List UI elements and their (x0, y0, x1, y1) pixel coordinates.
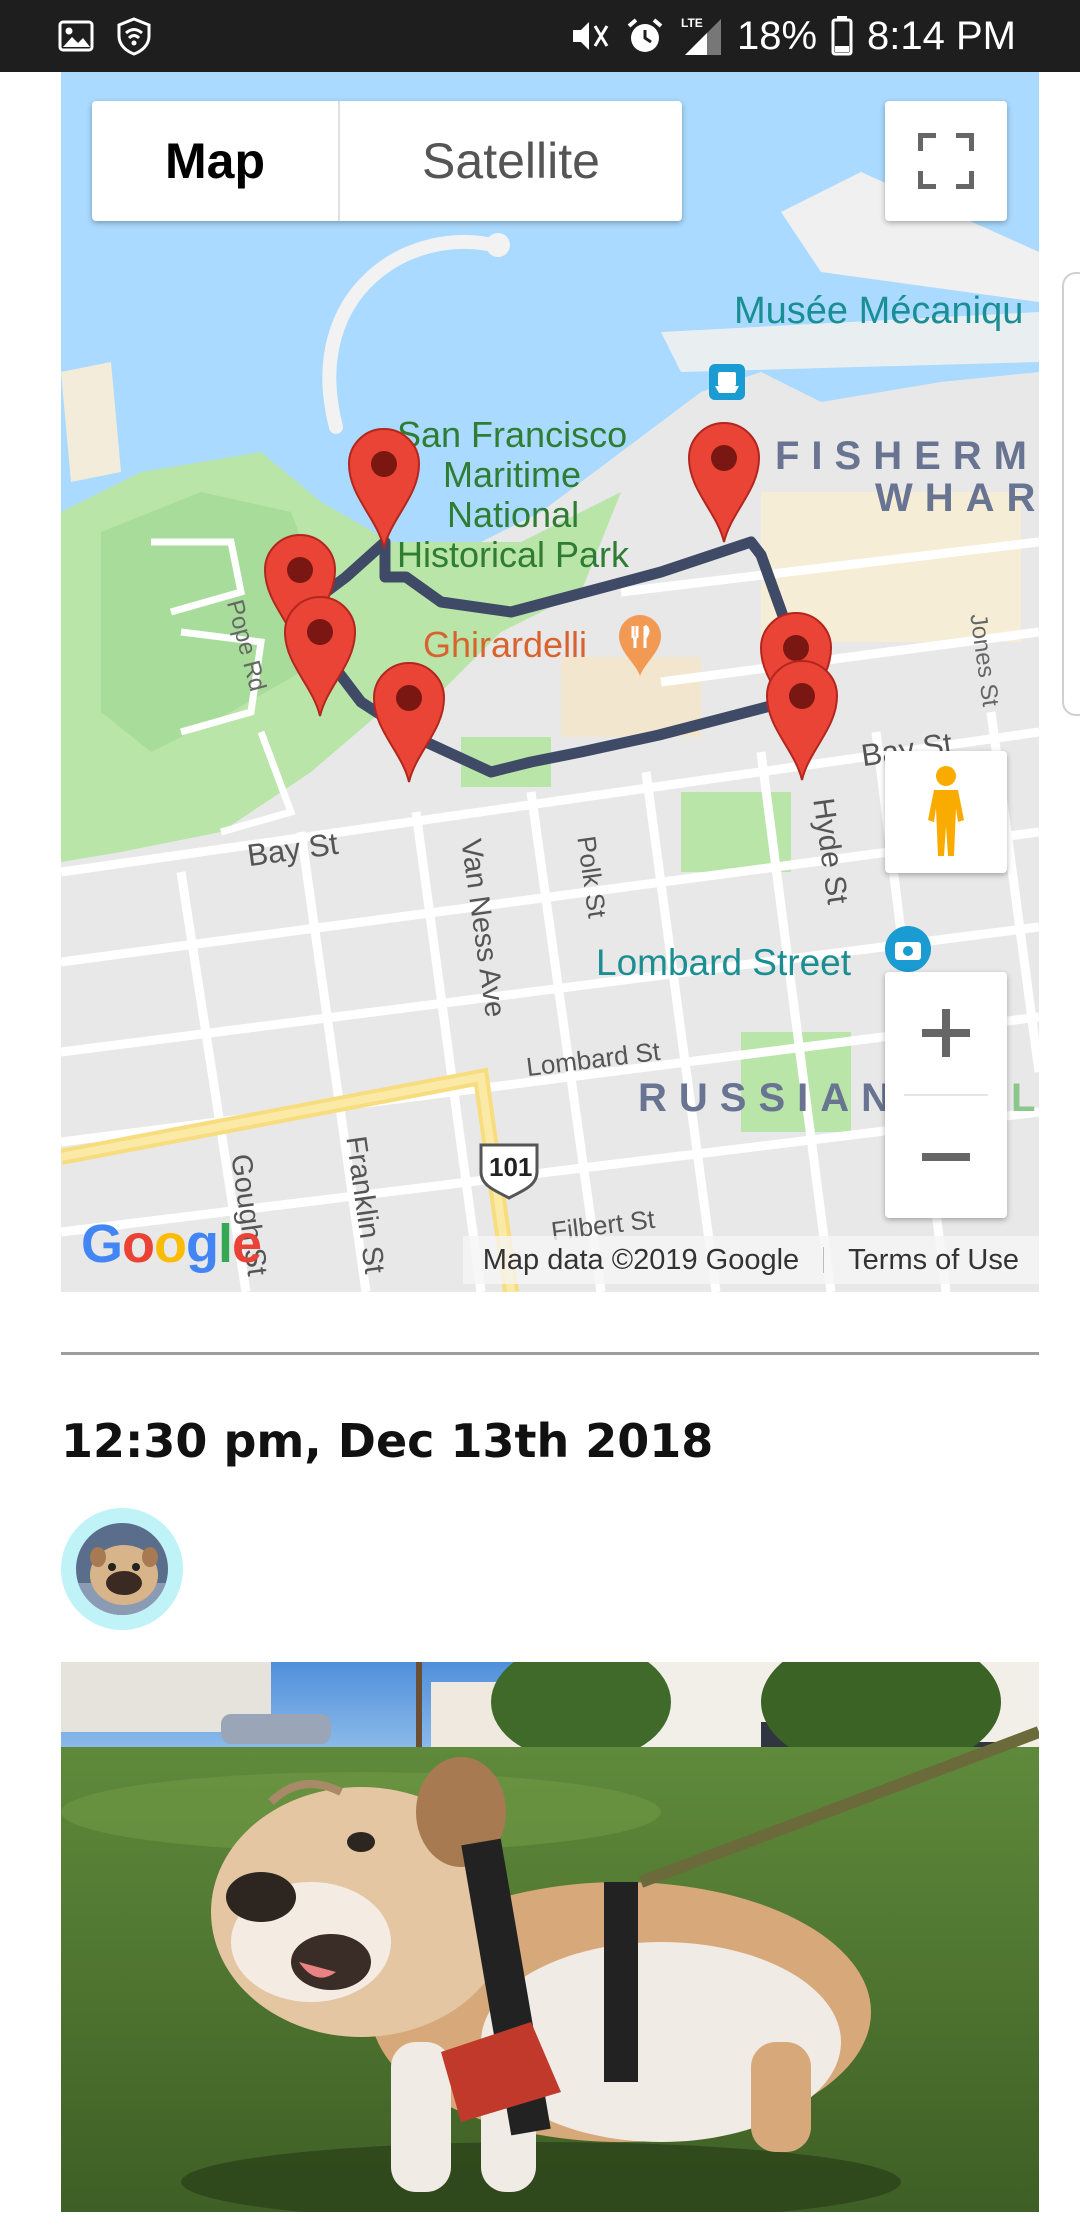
minus-icon (922, 1153, 970, 1161)
status-bar: LTE 18% 8:14 PM (0, 0, 1080, 72)
status-right-icons: LTE 18% 8:14 PM (569, 10, 1016, 62)
map-label-park-4: Historical Park (397, 534, 630, 575)
map-label-fisherman-1: FISHERM (775, 434, 1039, 478)
fullscreen-icon (918, 133, 974, 189)
clock: 8:14 PM (867, 13, 1016, 58)
fullscreen-button[interactable] (885, 101, 1007, 221)
attribution-separator (823, 1247, 825, 1273)
map-label-park-2: Maritime (443, 454, 582, 495)
terms-of-use-link[interactable]: Terms of Use (848, 1244, 1019, 1277)
dog-photo-image (61, 1662, 1039, 2212)
google-logo: Google (81, 1214, 262, 1274)
shield-wifi-icon (117, 17, 151, 56)
avatar[interactable] (61, 1508, 183, 1630)
map-pin-3[interactable] (281, 594, 359, 718)
map-label-russian-tail: L (1011, 1076, 1036, 1120)
post-photo[interactable] (61, 1662, 1039, 2212)
map-data-credit: Map data ©2019 Google (482, 1243, 800, 1276)
battery-percent: 18% (736, 13, 818, 58)
map-label-park-3: National (447, 494, 580, 535)
map-label-russian: RUSSIAN (638, 1076, 903, 1120)
battery-icon (831, 16, 853, 56)
map-label-lombard-street: Lombard Street (596, 942, 852, 983)
route-map[interactable]: Musée Mécaniqu San Francisco Maritime Na… (61, 72, 1039, 1292)
street-view-pegman-button[interactable] (885, 751, 1007, 873)
zoom-control (885, 972, 1007, 1218)
map-label-park-1: San Francisco (397, 414, 628, 455)
zoom-out-button[interactable] (885, 1096, 1007, 1218)
map-attribution: Map data ©2019 Google Terms of Use (462, 1236, 1039, 1284)
mute-icon (572, 22, 609, 50)
avatar-image (76, 1523, 168, 1615)
map-label-hwy: 101 (489, 1152, 533, 1182)
map-label-fisherman-2: WHAR (875, 476, 1039, 520)
ferry-icon (709, 364, 745, 400)
side-scroll-handle[interactable] (1062, 272, 1080, 716)
svg-text:LTE: LTE (681, 16, 703, 30)
map-type-map-button[interactable]: Map (92, 101, 340, 221)
restaurant-icon (619, 615, 661, 676)
signal-icon: LTE (681, 16, 721, 55)
map-label-musee: Musée Mécaniqu (734, 290, 1024, 332)
gallery-icon (58, 20, 94, 52)
map-type-satellite-button[interactable]: Satellite (340, 101, 682, 221)
status-left-icons (58, 14, 154, 58)
post-timestamp: 12:30 pm, Dec 13th 2018 (61, 1414, 714, 1468)
plus-icon (922, 1009, 970, 1057)
map-type-toggle: Map Satellite (92, 101, 682, 221)
alarm-icon (627, 18, 663, 52)
map-pin-4[interactable] (370, 660, 448, 784)
section-divider (61, 1352, 1039, 1355)
zoom-in-button[interactable] (885, 972, 1007, 1094)
map-pin-1[interactable] (345, 426, 423, 550)
camera-attraction-icon (885, 926, 931, 972)
pegman-icon (928, 766, 964, 856)
map-pin-5[interactable] (685, 420, 763, 544)
map-pin-7[interactable] (763, 658, 841, 782)
